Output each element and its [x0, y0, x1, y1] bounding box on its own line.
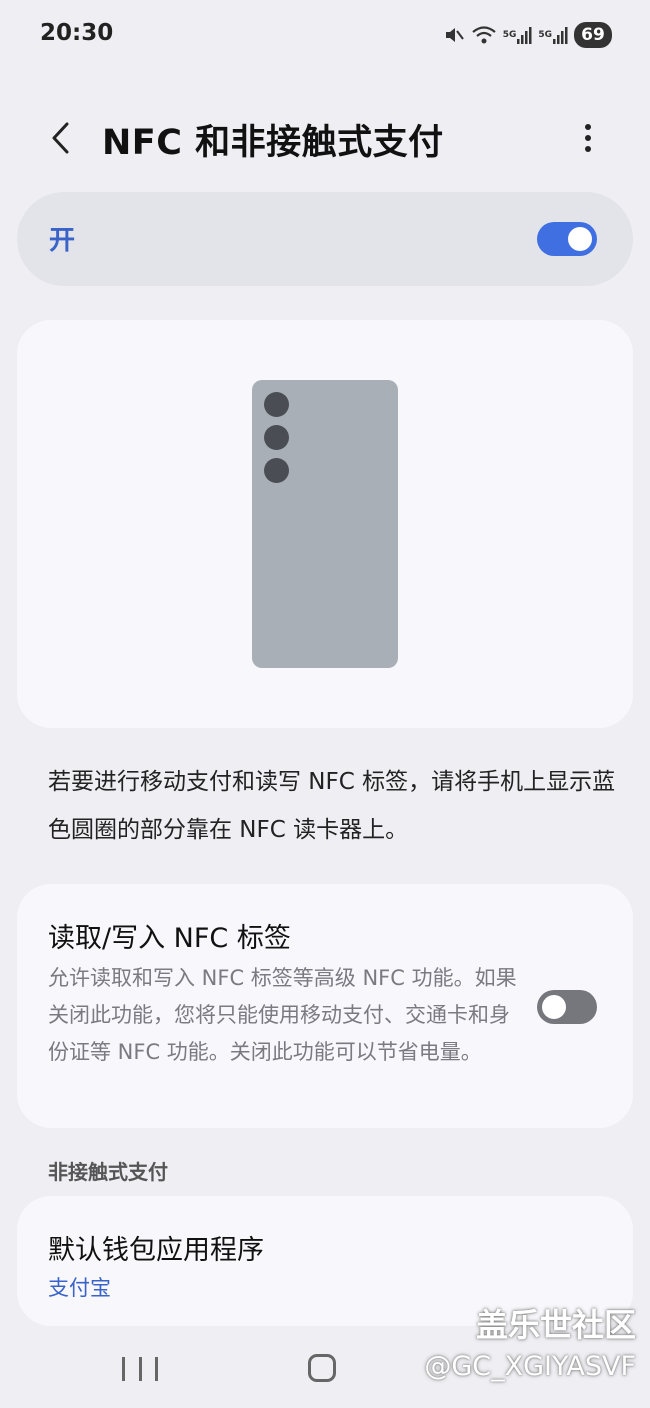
signal-icon: 5G	[538, 25, 568, 45]
status-bar: 20:30 5G 5G 69	[0, 0, 650, 70]
back-button[interactable]	[40, 118, 80, 158]
watermark-user: @GC_XGIYASVF	[424, 1351, 636, 1382]
battery-indicator: 69	[574, 22, 612, 48]
camera-lens-icon	[264, 458, 289, 483]
contactless-section-header: 非接触式支付	[48, 1160, 168, 1184]
watermark: 盖乐世社区 @GC_XGIYASVF	[396, 1305, 636, 1389]
nfc-master-switch[interactable]	[537, 222, 597, 256]
home-button[interactable]	[308, 1354, 336, 1382]
switch-knob	[568, 227, 592, 251]
recents-icon-bar	[155, 1357, 158, 1381]
mute-icon	[443, 24, 465, 46]
master-toggle-row[interactable]: 开	[17, 192, 633, 286]
nfc-illustration-card	[17, 320, 633, 728]
camera-lens-icon	[264, 392, 289, 417]
default-wallet-value: 支付宝	[48, 1276, 111, 1300]
app-header: NFC 和非接触式支付	[0, 100, 650, 180]
nfc-tag-description: 允许读取和写入 NFC 标签等高级 NFC 功能。如果关闭此功能，您将只能使用移…	[48, 966, 517, 1064]
nfc-description: 若要进行移动支付和读写 NFC 标签，请将手机上显示蓝色圆圈的部分靠在 NFC …	[48, 769, 616, 843]
network-label: 5G	[538, 30, 552, 40]
watermark-site: 盖乐世社区	[475, 1306, 636, 1344]
network-label: 5G	[502, 30, 517, 40]
phone-illustration	[252, 380, 398, 668]
more-options-button[interactable]	[570, 118, 606, 158]
wifi-icon	[471, 24, 497, 46]
recents-icon-bar	[138, 1357, 142, 1381]
page-title: NFC 和非接触式支付	[102, 123, 444, 163]
more-vertical-icon	[585, 124, 591, 152]
recents-button[interactable]	[122, 1354, 158, 1384]
status-time: 20:30	[40, 20, 114, 46]
nfc-tag-title: 读取/写入 NFC 标签	[48, 923, 291, 954]
status-icons: 5G 5G 69	[443, 20, 612, 50]
default-wallet-title: 默认钱包应用程序	[48, 1235, 264, 1266]
master-toggle-label: 开	[49, 226, 76, 256]
nfc-tag-setting[interactable]: 读取/写入 NFC 标签 允许读取和写入 NFC 标签等高级 NFC 功能。如果…	[17, 884, 633, 1128]
signal-icon: 5G	[503, 25, 533, 45]
chevron-left-icon	[52, 122, 69, 154]
camera-lens-icon	[264, 425, 289, 450]
nfc-tag-switch[interactable]	[537, 990, 597, 1024]
recents-icon-bar	[122, 1357, 125, 1381]
switch-knob	[542, 995, 566, 1019]
